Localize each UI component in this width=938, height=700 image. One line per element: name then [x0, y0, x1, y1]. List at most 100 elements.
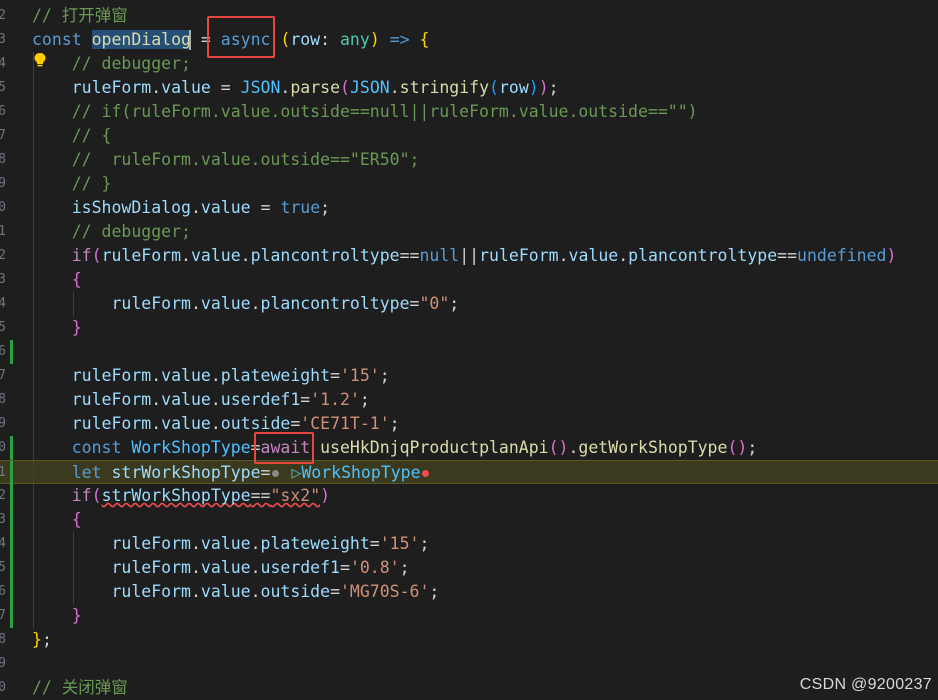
code-token: 'MG70S-6' — [340, 582, 430, 601]
code-editor[interactable]: 2// 打开弹窗 3 const openDialog = async (row: … — [0, 0, 938, 699]
code-token: . — [151, 366, 162, 385]
code-line[interactable]: 6 // if(ruleForm.value.outside==null||ru… — [0, 100, 938, 124]
code-token: ; — [320, 198, 331, 217]
code-line[interactable]: 4 ruleForm.value.plancontroltype="0"; — [0, 292, 938, 316]
code-text: ruleForm.value.plateweight='15'; — [32, 532, 429, 556]
code-token: () — [548, 438, 569, 457]
code-token: ; — [41, 630, 52, 649]
code-line[interactable]: 2 if(ruleForm.value.plancontroltype==nul… — [0, 244, 938, 268]
code-token: ruleForm — [71, 390, 152, 409]
line-number: 8 — [0, 152, 6, 167]
git-modified-marker — [10, 484, 13, 508]
line-number: 7 — [0, 128, 6, 143]
code-line[interactable]: 7 // { — [0, 124, 938, 148]
code-line[interactable]: 9 // } — [0, 172, 938, 196]
code-line[interactable]: 9 ruleForm.value.outside='CE71T-1'; — [0, 412, 938, 436]
code-token: . — [210, 414, 221, 433]
code-token: { — [419, 30, 430, 49]
code-line[interactable]: 3 const openDialog = async (row: any) => … — [0, 28, 938, 52]
code-token: value — [161, 390, 211, 409]
code-token: parse — [290, 78, 341, 97]
git-modified-marker — [10, 508, 13, 532]
code-token: . — [250, 558, 261, 577]
code-token: = — [260, 463, 271, 482]
code-line[interactable]: 2 // 打开弹窗 — [0, 4, 938, 28]
code-line[interactable]: 5 ruleForm.value = JSON.parse(JSON.strin… — [0, 76, 938, 100]
code-line[interactable]: 0 const WorkShopType=await useHkDnjqProd… — [0, 436, 938, 460]
code-line[interactable]: 1 // debugger; — [0, 220, 938, 244]
code-token: ( — [91, 246, 102, 265]
code-token: } — [71, 318, 82, 337]
code-line[interactable]: 2 if(strWorkShopType=="sx2") — [0, 484, 938, 508]
code-token: // debugger; — [71, 54, 191, 73]
annotation-box-await — [254, 432, 314, 464]
code-text: { — [32, 268, 82, 292]
code-token: } — [32, 630, 42, 649]
code-token: value — [161, 414, 211, 433]
code-token: 'CE71T-1' — [300, 414, 390, 433]
code-token: // ruleForm.value.outside=="ER50"; — [71, 150, 420, 169]
code-line[interactable]: 5 } — [0, 316, 938, 340]
code-line[interactable]: 4 ruleForm.value.plateweight='15'; — [0, 532, 938, 556]
lightbulb-icon[interactable] — [33, 52, 47, 68]
line-number: 3 — [0, 512, 6, 527]
code-token: } — [71, 606, 82, 625]
code-token: || — [459, 246, 480, 265]
line-number: 9 — [0, 656, 6, 671]
line-number: 2 — [0, 248, 6, 263]
code-token: value — [200, 558, 251, 577]
code-line[interactable]: 3 { — [0, 268, 938, 292]
line-number: 6 — [0, 344, 6, 359]
code-token: value — [161, 366, 211, 385]
code-token: . — [240, 246, 251, 265]
code-text: if(ruleForm.value.plancontroltype==null|… — [32, 244, 897, 268]
code-token: outside — [260, 582, 331, 601]
code-token: plancontroltype — [628, 246, 778, 265]
code-line[interactable]: 0 // 关闭弹窗 — [0, 676, 938, 700]
code-line[interactable]: 8 ruleForm.value.userdef1='1.2'; — [0, 388, 938, 412]
code-token: == — [399, 246, 420, 265]
code-line[interactable]: 0 isShowDialog.value = true; — [0, 196, 938, 220]
code-token: . — [190, 294, 201, 313]
code-token: . — [210, 390, 221, 409]
code-token: ; — [449, 294, 460, 313]
code-token: isShowDialog — [71, 198, 191, 217]
code-line[interactable]: 3 { — [0, 508, 938, 532]
code-token: true — [280, 198, 321, 217]
code-line[interactable]: 9 — [0, 652, 938, 676]
code-line[interactable]: 6 ruleForm.value.outside='MG70S-6'; — [0, 580, 938, 604]
code-text: let strWorkShopType= ▷WorkShopType — [32, 461, 429, 485]
code-token: ) — [369, 30, 380, 49]
code-line[interactable]: 7 ruleForm.value.plateweight='15'; — [0, 364, 938, 388]
code-line[interactable]: 4 // debugger; — [0, 52, 938, 76]
git-modified-marker — [10, 580, 13, 604]
code-line[interactable]: 8 // ruleForm.value.outside=="ER50"; — [0, 148, 938, 172]
code-token: ; — [548, 78, 559, 97]
code-token: userdef1 — [260, 558, 340, 577]
code-line[interactable]: 5 ruleForm.value.userdef1='0.8'; — [0, 556, 938, 580]
code-token: ; — [747, 438, 758, 457]
line-number: 1 — [0, 224, 6, 239]
watermark: CSDN @9200237 — [799, 676, 932, 693]
code-line[interactable]: 8}; — [0, 628, 938, 652]
code-line[interactable]: 7 } — [0, 604, 938, 628]
code-text: ruleForm.value.outside='CE71T-1'; — [32, 412, 400, 436]
line-number: 3 — [0, 32, 6, 47]
code-line[interactable]: 1 let strWorkShopType= ▷WorkShopType — [0, 460, 938, 485]
code-token: row — [498, 78, 529, 97]
code-token: ; — [429, 582, 440, 601]
code-text: } — [32, 316, 82, 340]
code-token: ; — [359, 390, 370, 409]
git-modified-marker — [10, 604, 13, 628]
code-line[interactable]: 6 — [0, 340, 938, 364]
code-token: == — [777, 246, 798, 265]
code-text: ruleForm.value.userdef1='0.8'; — [32, 556, 409, 580]
code-token: "sx2" — [270, 486, 321, 505]
